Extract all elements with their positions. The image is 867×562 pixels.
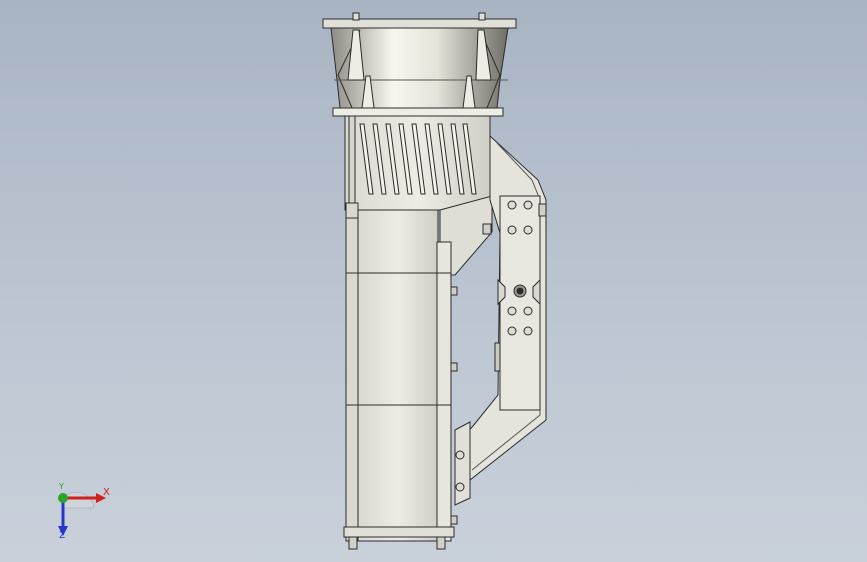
graphics-viewport[interactable]: X Y Z (0, 0, 867, 562)
triad-plane (62, 492, 95, 509)
model-view[interactable] (0, 0, 867, 562)
y-axis-label: Y (59, 482, 64, 491)
y-axis-dot (58, 493, 68, 503)
axis-triad[interactable]: X Y Z (40, 478, 120, 548)
x-axis-label: X (103, 487, 110, 498)
top-flange[interactable] (322, 12, 517, 29)
z-axis-label: Z (59, 531, 66, 541)
